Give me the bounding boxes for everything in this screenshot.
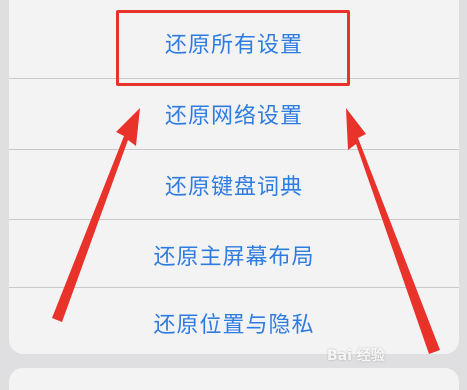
watermark: Bai 经验 <box>327 348 385 364</box>
arrow-right <box>346 108 440 354</box>
annotation-arrows <box>52 108 440 354</box>
arrow-left <box>52 108 140 322</box>
